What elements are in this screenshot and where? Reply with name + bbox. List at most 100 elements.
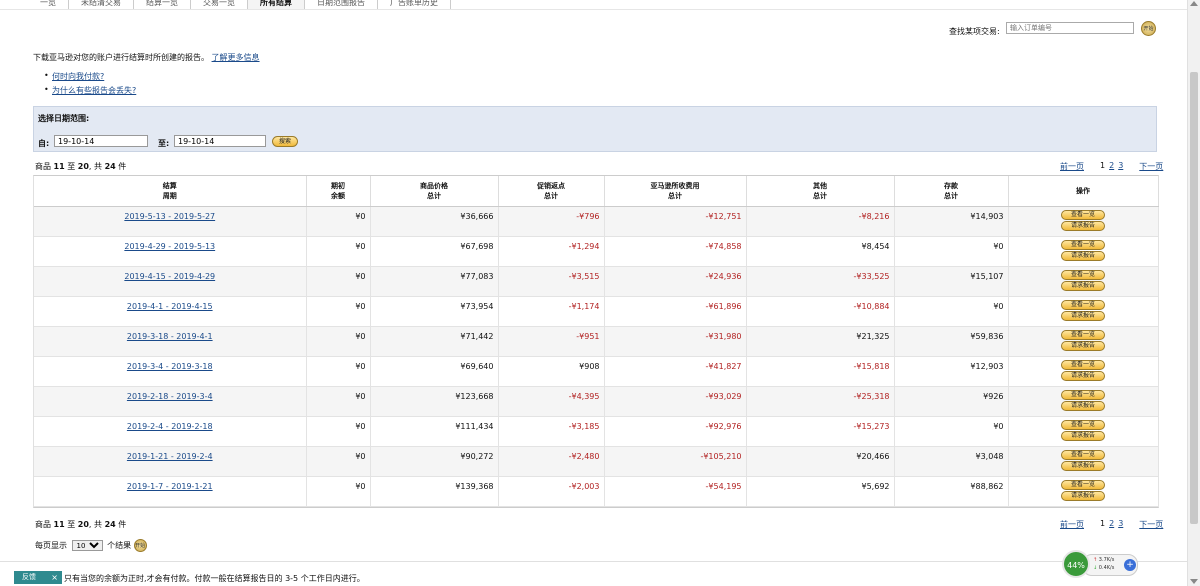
missing-reports-link[interactable]: 为什么有些报告会丢失? xyxy=(52,86,136,95)
promo-rebate-cell: -¥2,480 xyxy=(498,446,605,477)
settlement-period-link[interactable]: 2019-1-21 - 2019-2-4 xyxy=(34,446,307,477)
table-header: 结算 周期 期初 余额 商品价格 总计 促销返点 总计 亚马逊所收费用 总计 其他 总计 存… xyxy=(34,176,1159,207)
from-date-input[interactable] xyxy=(54,135,148,147)
view-summary-button[interactable]: 查看一览 xyxy=(1061,270,1105,280)
settlement-period-link[interactable]: 2019-5-13 - 2019-5-27 xyxy=(34,206,307,237)
actions-cell: 查看一览 请求报告 xyxy=(1008,236,1159,267)
settlement-period-link[interactable]: 2019-2-4 - 2019-2-18 xyxy=(34,416,307,447)
view-summary-button[interactable]: 查看一览 xyxy=(1061,300,1105,310)
other-total-cell: ¥20,466 xyxy=(746,446,895,477)
settlement-period-link[interactable]: 2019-1-7 - 2019-1-21 xyxy=(34,476,307,507)
help-item: 为什么有些报告会丢失? xyxy=(44,85,136,99)
view-summary-button[interactable]: 查看一览 xyxy=(1061,390,1105,400)
tab-transactions[interactable]: 交易一览 xyxy=(191,0,248,9)
request-report-button[interactable]: 请求报告 xyxy=(1061,221,1105,231)
scroll-up-icon[interactable] xyxy=(1190,1,1198,6)
settlement-period-link[interactable]: 2019-4-29 - 2019-5-13 xyxy=(34,236,307,267)
product-price-cell: ¥90,272 xyxy=(370,446,499,477)
settlement-period-link[interactable]: 2019-3-18 - 2019-4-1 xyxy=(34,326,307,357)
learn-more-link[interactable]: 了解更多信息 xyxy=(212,53,260,62)
amazon-fees-cell: -¥61,896 xyxy=(604,296,747,327)
request-report-button[interactable]: 请求报告 xyxy=(1061,401,1105,411)
table-row: 2019-3-18 - 2019-4-1 ¥0 ¥71,442 -¥951 -¥31,9… xyxy=(34,326,1159,357)
actions-cell: 查看一览 请求报告 xyxy=(1008,476,1159,507)
page-2-link[interactable]: 2 xyxy=(1109,519,1114,530)
upload-speed: ↑ 3.7K/s xyxy=(1093,557,1115,563)
table-row: 2019-5-13 - 2019-5-27 ¥0 ¥36,666 -¥796 -¥12,… xyxy=(34,206,1159,237)
page-2-link[interactable]: 2 xyxy=(1109,161,1114,172)
request-report-button[interactable]: 请求报告 xyxy=(1061,431,1105,441)
count-suffix: 件 xyxy=(118,520,127,529)
when-paid-link[interactable]: 何时向我付款? xyxy=(52,72,104,81)
col-period: 结算 周期 xyxy=(34,176,307,207)
prev-page-link[interactable]: 前一页 xyxy=(1060,161,1084,172)
close-icon[interactable]: × xyxy=(51,571,58,584)
request-report-button[interactable]: 请求报告 xyxy=(1061,461,1105,471)
tab-date-range-reports[interactable]: 日期范围报告 xyxy=(305,0,378,9)
page-1[interactable]: 1 xyxy=(1100,161,1105,172)
search-button[interactable]: 搜索 xyxy=(272,136,298,147)
per-page-go-button[interactable]: 开始 xyxy=(133,539,147,552)
settlement-period-link[interactable]: 2019-4-1 - 2019-4-15 xyxy=(34,296,307,327)
request-report-button[interactable]: 请求报告 xyxy=(1061,371,1105,381)
view-summary-button[interactable]: 查看一览 xyxy=(1061,480,1105,490)
feedback-button[interactable]: 反馈 × xyxy=(14,571,62,584)
next-page-link[interactable]: 下一页 xyxy=(1139,161,1163,172)
other-total-cell: -¥15,818 xyxy=(746,356,895,387)
view-summary-button[interactable]: 查看一览 xyxy=(1061,360,1105,370)
product-price-cell: ¥139,368 xyxy=(370,476,499,507)
tab-ad-billing-history[interactable]: 广告账单历史 xyxy=(378,0,451,9)
plus-icon[interactable]: + xyxy=(1124,559,1136,571)
date-range-panel: 选择日期范围: 自: 至: 搜索 xyxy=(33,106,1157,152)
view-summary-button[interactable]: 查看一览 xyxy=(1061,450,1105,460)
opening-balance-cell: ¥0 xyxy=(306,236,371,267)
page-scrollbar[interactable] xyxy=(1187,0,1200,586)
view-summary-button[interactable]: 查看一览 xyxy=(1061,240,1105,250)
col-deposit: 存款 总计 xyxy=(894,176,1009,207)
next-page-link[interactable]: 下一页 xyxy=(1139,519,1163,530)
intro-text: 下载亚马逊对您的账户进行结算时所创建的报告。 了解更多信息 xyxy=(33,52,260,63)
to-date-input[interactable] xyxy=(174,135,266,147)
request-report-button[interactable]: 请求报告 xyxy=(1061,311,1105,321)
settlement-period-link[interactable]: 2019-4-15 - 2019-4-29 xyxy=(34,266,307,297)
request-report-button[interactable]: 请求报告 xyxy=(1061,281,1105,291)
tab-settlement-overview[interactable]: 结算一览 xyxy=(134,0,191,9)
promo-rebate-cell: -¥1,294 xyxy=(498,236,605,267)
view-summary-button[interactable]: 查看一览 xyxy=(1061,210,1105,220)
table-row: 2019-2-4 - 2019-2-18 ¥0 ¥111,434 -¥3,185 -¥9… xyxy=(34,416,1159,447)
find-go-button[interactable]: 开始 xyxy=(1141,21,1156,36)
help-item: 何时向我付款? xyxy=(44,71,136,85)
page-3-link[interactable]: 3 xyxy=(1118,161,1123,172)
amazon-fees-cell: -¥105,210 xyxy=(604,446,747,477)
request-report-button[interactable]: 请求报告 xyxy=(1061,341,1105,351)
page-1[interactable]: 1 xyxy=(1100,519,1105,530)
tab-overview[interactable]: 一览 xyxy=(28,0,69,9)
order-number-input[interactable] xyxy=(1006,22,1134,34)
scroll-thumb[interactable] xyxy=(1190,72,1198,524)
page-3-link[interactable]: 3 xyxy=(1118,519,1123,530)
settlement-period-link[interactable]: 2019-3-4 - 2019-3-18 xyxy=(34,356,307,387)
view-summary-button[interactable]: 查看一览 xyxy=(1061,330,1105,340)
tab-unsettled[interactable]: 未结清交易 xyxy=(69,0,134,9)
per-page-select[interactable]: 10 xyxy=(71,540,103,551)
prev-page-link[interactable]: 前一页 xyxy=(1060,519,1084,530)
actions-cell: 查看一览 请求报告 xyxy=(1008,266,1159,297)
settlement-period-link[interactable]: 2019-2-18 - 2019-3-4 xyxy=(34,386,307,417)
tab-all-settlements[interactable]: 所有结算 xyxy=(248,0,305,9)
request-report-button[interactable]: 请求报告 xyxy=(1061,251,1105,261)
scroll-down-icon[interactable] xyxy=(1190,579,1198,584)
deposit-cell: ¥14,903 xyxy=(894,206,1009,237)
count-to: 20 xyxy=(77,162,89,171)
opening-balance-cell: ¥0 xyxy=(306,416,371,447)
other-total-cell: -¥15,273 xyxy=(746,416,895,447)
col-amazon-fees: 亚马逊所收费用 总计 xyxy=(604,176,747,207)
amazon-fees-cell: -¥92,976 xyxy=(604,416,747,447)
promo-rebate-cell: -¥3,185 xyxy=(498,416,605,447)
opening-balance-cell: ¥0 xyxy=(306,266,371,297)
other-total-cell: ¥21,325 xyxy=(746,326,895,357)
network-speed-widget[interactable]: ↑ 3.7K/s ↓ 0.4K/s + 44% xyxy=(1060,548,1140,580)
view-summary-button[interactable]: 查看一览 xyxy=(1061,420,1105,430)
request-report-button[interactable]: 请求报告 xyxy=(1061,491,1105,501)
per-page-suffix: 个结果 xyxy=(107,541,132,550)
col-actions: 操作 xyxy=(1008,176,1159,207)
